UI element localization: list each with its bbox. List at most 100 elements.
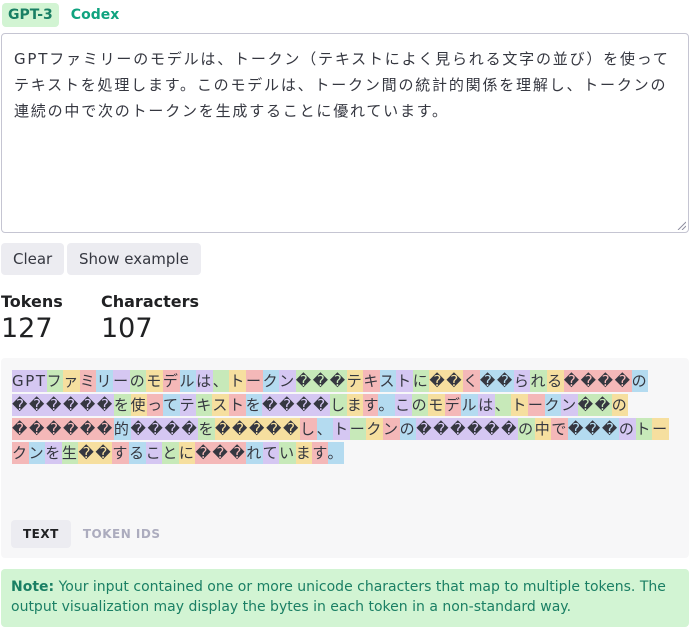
token: 、	[212, 370, 230, 392]
token: ー	[245, 370, 263, 392]
token: ト	[511, 394, 528, 416]
token: ク	[262, 370, 280, 392]
token: す	[363, 394, 379, 416]
token: る	[129, 442, 146, 464]
token: ���	[567, 418, 619, 440]
token: の	[399, 418, 417, 440]
token: い	[279, 442, 296, 464]
token: の	[518, 418, 535, 440]
token: ト	[635, 418, 653, 440]
token: て	[262, 442, 280, 464]
token: く	[463, 370, 480, 392]
tab-text[interactable]: TEXT	[11, 520, 71, 548]
characters-label: Characters	[101, 292, 200, 311]
token: ����	[563, 370, 632, 392]
token: ら	[513, 370, 531, 392]
token: を	[45, 442, 62, 464]
token: ミ	[79, 370, 97, 392]
characters-count: 107	[101, 313, 153, 344]
tab-codex[interactable]: Codex	[65, 3, 125, 27]
token: ���	[195, 442, 247, 464]
token: を	[198, 418, 216, 440]
token: フ	[46, 370, 64, 392]
token: ������	[12, 418, 114, 440]
token: ー	[652, 418, 669, 440]
view-tabs: TEXT TOKEN IDS	[11, 520, 173, 548]
resize-handle-icon[interactable]	[676, 220, 686, 230]
token: ト	[396, 370, 413, 392]
token: 的	[113, 418, 131, 440]
token-visualization-panel: GPTファミリーのモデルは、トークン���テキストに��く��られる����の�…	[1, 358, 689, 558]
token: ー	[113, 370, 130, 392]
token: の	[611, 394, 629, 416]
clear-button[interactable]: Clear	[1, 243, 65, 275]
token: る	[547, 370, 564, 392]
token: ��	[577, 394, 612, 416]
token: モ	[428, 394, 445, 416]
token: て	[162, 394, 180, 416]
token: こ	[145, 442, 163, 464]
token: ���	[295, 370, 347, 392]
token: す	[112, 442, 130, 464]
token: ス	[212, 394, 229, 416]
token: �����	[215, 418, 300, 440]
token: ������	[416, 418, 519, 440]
token: を	[245, 394, 263, 416]
token: の	[129, 370, 147, 392]
token: ン	[279, 370, 296, 392]
token: キ	[196, 394, 213, 416]
token: テ	[346, 370, 364, 392]
text-input[interactable]	[2, 34, 688, 232]
token: ��	[479, 370, 514, 392]
token: と	[162, 442, 179, 464]
token: を	[113, 394, 131, 416]
token: ー	[349, 418, 367, 440]
token: れ	[246, 442, 263, 464]
model-tabs: GPT-3 Codex	[2, 3, 125, 27]
text-input-box	[1, 33, 689, 233]
token: ����	[262, 394, 331, 416]
token: キ	[363, 370, 380, 392]
token: ン	[383, 418, 400, 440]
token: の	[631, 370, 649, 392]
token: の	[411, 394, 429, 416]
token-visualization: GPTファミリーのモデルは、トークン���テキストに��く��られる����の�…	[12, 369, 672, 465]
tab-gpt3[interactable]: GPT-3	[2, 3, 59, 27]
token: リ	[96, 370, 114, 392]
token: ����	[130, 418, 199, 440]
token: テ	[179, 394, 197, 416]
tab-token-ids[interactable]: TOKEN IDS	[71, 520, 173, 548]
token: し	[330, 394, 347, 416]
token: 生	[61, 442, 79, 464]
token: GPT	[12, 370, 47, 392]
token: ス	[379, 370, 397, 392]
token: で	[551, 418, 568, 440]
tokens-label: Tokens	[1, 292, 63, 311]
token: は	[478, 394, 495, 416]
token: ク	[12, 442, 29, 464]
token: 。	[378, 394, 396, 416]
token: ��	[78, 442, 113, 464]
token: ト	[229, 370, 246, 392]
token: す	[312, 442, 328, 464]
token: し	[299, 418, 317, 440]
token: ク	[366, 418, 383, 440]
token: ン	[28, 442, 46, 464]
token: ト	[228, 394, 246, 416]
token: っ	[147, 394, 163, 416]
token: ������	[12, 394, 114, 416]
tokens-count: 127	[1, 313, 53, 344]
note-text: Your input contained one or more unicode…	[11, 579, 666, 615]
token: ー	[527, 394, 545, 416]
token: 中	[534, 418, 552, 440]
show-example-button[interactable]: Show example	[67, 243, 201, 275]
token: デ	[444, 394, 462, 416]
token: の	[618, 418, 636, 440]
token: れ	[530, 370, 548, 392]
token: モ	[146, 370, 163, 392]
token: 、	[494, 394, 512, 416]
token: ま	[346, 394, 364, 416]
token: ル	[179, 370, 197, 392]
token: デ	[162, 370, 180, 392]
token: ァ	[63, 370, 80, 392]
